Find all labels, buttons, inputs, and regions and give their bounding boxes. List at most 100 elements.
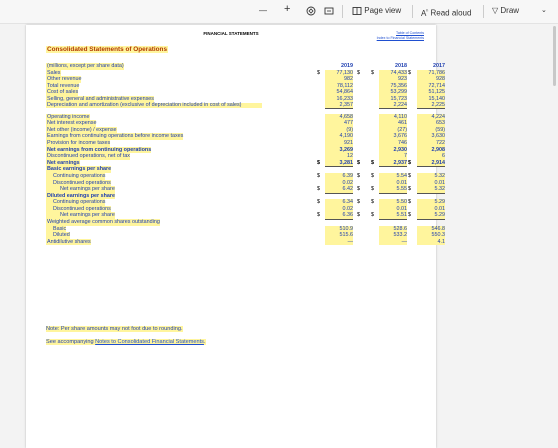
draw-dropdown-chevron-icon[interactable]: ⌄	[541, 4, 547, 18]
page-view-label: Page view	[364, 6, 402, 15]
cell-value: 5.32	[417, 172, 445, 180]
currency-symbol: $	[357, 212, 360, 219]
row-label: Operating income	[46, 113, 90, 121]
currency-symbol: $	[371, 159, 374, 166]
currency-symbol: $	[371, 212, 374, 219]
cell-value: 74,433	[379, 69, 407, 77]
currency-symbol: $	[357, 172, 360, 179]
zoom-out-button[interactable]: —	[259, 4, 267, 18]
row-label: Weighted average common shares outstandi…	[46, 219, 160, 226]
table-row: Net earnings per share $6.36 $5.51 5.29 $ $	[46, 212, 445, 221]
cell-value: 546.8	[417, 225, 445, 233]
row-label: Net interest expense	[46, 120, 97, 127]
zoom-in-button[interactable]: +	[284, 2, 290, 16]
row-label: Continuing operations	[46, 199, 106, 206]
fit-page-button[interactable]	[306, 4, 316, 18]
currency-symbol: $	[371, 199, 374, 206]
cell-value: 2,914	[417, 159, 445, 168]
page-header: FINANCIAL STATEMENTS	[203, 31, 259, 36]
table-row: Earnings from continuing operations befo…	[46, 133, 445, 140]
row-label: Total revenue	[46, 82, 80, 90]
row-label: Basic	[46, 225, 67, 233]
currency-symbol: $	[317, 199, 320, 206]
table-row: Sales $77,130 $74,433 71,786 $ $	[46, 69, 445, 77]
row-label: Net earnings from continuing operations	[46, 146, 152, 154]
year-2018-header: 2018	[395, 63, 407, 69]
table-row: Net other (income) / expense (9) (27) (59)	[46, 126, 445, 135]
pdf-page: FINANCIAL STATEMENTS Table of Contents I…	[26, 25, 445, 448]
draw-button[interactable]: ▽ Draw	[492, 4, 519, 18]
cell-value: 5.32	[417, 186, 445, 194]
draw-label: Draw	[500, 6, 520, 15]
table-row: Discontinued operations, net of tax 12 7 6	[46, 153, 445, 161]
currency-symbol: $	[371, 186, 374, 193]
cell-value: 653	[417, 120, 445, 127]
currency-symbol: $	[408, 199, 411, 206]
table-row: Continuing operations $6.39 $5.54 5.32 $ $	[46, 172, 445, 180]
row-label: Antidilutive shares	[46, 238, 91, 246]
cell-value: 550.3	[417, 232, 445, 239]
cell-value: 5.54	[379, 172, 407, 180]
currency-symbol: $	[357, 199, 360, 206]
page-view-icon	[352, 6, 362, 15]
currency-symbol: $	[357, 186, 360, 193]
see-notes-prefix: See accompanying	[46, 339, 96, 345]
see-notes-suffix: .	[203, 339, 206, 345]
vertical-scrollbar[interactable]	[553, 26, 556, 86]
table-row: Cost of sales 54,864 53,299 51,125	[46, 89, 445, 96]
table-header-row: (millions, except per share data) 2019 2…	[46, 63, 445, 70]
table-row: Basic 510.9 528.6 546.8	[46, 225, 445, 233]
cell-value: 4.1	[417, 238, 445, 246]
cell-value: 4,190	[325, 133, 353, 140]
cell-value: 533.2	[379, 232, 407, 239]
currency-symbol: $	[357, 69, 360, 76]
currency-symbol: $	[408, 172, 411, 179]
cell-value: 71,786	[417, 69, 445, 77]
year-2017-header: 2017	[433, 63, 445, 69]
row-label: Earnings from continuing operations befo…	[46, 133, 184, 140]
cell-value: 3,676	[379, 133, 407, 140]
cell-value: 51,125	[417, 89, 445, 96]
table-row: Continuing operations $6.34 $5.50 5.29 $ $	[46, 199, 445, 206]
currency-symbol: $	[408, 69, 411, 76]
table-row: Operating income 4,658 4,110 4,224	[46, 113, 445, 121]
cell-value: 78,112	[325, 82, 353, 90]
cell-value: 5.29	[417, 199, 445, 206]
cell-value: 528.6	[379, 225, 407, 233]
table-row: Net earnings per share $6.42 $5.55 5.32 $ $	[46, 186, 445, 194]
row-label: Sales	[46, 69, 61, 77]
table-row: Diluted earnings per share	[46, 192, 420, 200]
cell-value: 54,864	[325, 89, 353, 96]
cell-value: —	[325, 238, 353, 246]
read-aloud-label: Read aloud	[430, 8, 472, 18]
cell-value: 2,930	[379, 146, 407, 154]
row-label: Basic earnings per share	[46, 166, 112, 173]
index-to-financial-statements-link[interactable]: Index to Financial Statements	[377, 36, 424, 41]
currency-symbol: $	[371, 172, 374, 179]
rotate-button[interactable]	[324, 4, 334, 18]
cell-value: 3,269	[325, 146, 353, 154]
read-aloud-icon: Aʰ	[421, 8, 429, 18]
cell-value: 2,225	[417, 102, 445, 109]
read-aloud-button[interactable]: Aʰ Read aloud	[421, 4, 471, 21]
currency-symbol: $	[317, 186, 320, 193]
row-label: Discontinued operations, net of tax	[46, 153, 131, 160]
draw-icon: ▽	[492, 6, 499, 15]
row-label: Net earnings per share	[46, 212, 115, 220]
table-row: Antidilutive shares — — 4.1	[46, 238, 445, 246]
notes-to-financial-statements-link[interactable]: Notes to Consolidated Financial Statemen…	[95, 339, 204, 345]
year-2019-header: 2019	[341, 63, 353, 69]
row-label: Other revenue	[46, 76, 82, 83]
page-view-button[interactable]: Page view	[352, 4, 401, 18]
row-label: Net other (income) / expense	[46, 126, 117, 134]
table-row: Provision for income taxes 921 746 722	[46, 139, 445, 148]
cell-value: 53,299	[379, 89, 407, 96]
row-label: Continuing operations	[46, 172, 106, 180]
cell-value: 6.39	[325, 172, 353, 180]
currency-symbol: $	[317, 69, 320, 76]
table-row: Net earnings $3,281 $2,937 2,914 $ $	[46, 159, 445, 168]
row-label: Net earnings	[46, 159, 80, 167]
cell-value: 4,658	[325, 113, 353, 121]
row-label: Diluted	[46, 232, 70, 239]
table-row: Other revenue 982 923 928	[46, 76, 445, 84]
